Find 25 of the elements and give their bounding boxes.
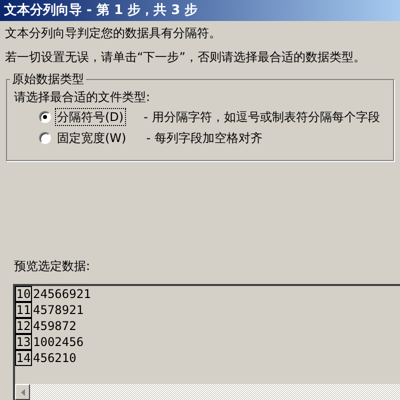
left-arrow-icon — [20, 388, 24, 396]
row-number: 11 — [15, 302, 32, 318]
scroll-left-button[interactable] — [15, 384, 30, 400]
row-number: 12 — [15, 318, 32, 334]
window-title: 文本分列向导 - 第 1 步，共 3 步 — [4, 2, 198, 20]
data-cell: 1002456 — [32, 334, 84, 350]
prompt-text: 请选择最合适的文件类型: — [14, 89, 152, 105]
preview-label: 预览选定数据: — [14, 258, 92, 274]
radio-button[interactable] — [39, 132, 51, 144]
radio-label[interactable]: 固定宽度(W) — [55, 129, 128, 147]
group-title: 原始数据类型 — [10, 71, 86, 87]
data-cell: 456210 — [32, 350, 76, 366]
row-number: 10 — [15, 286, 32, 302]
row-number: 13 — [15, 334, 32, 350]
data-cell: 459872 — [32, 318, 76, 334]
data-cell: 24566921 — [32, 286, 91, 302]
data-cell: 4578921 — [32, 302, 84, 318]
option-description: - 用分隔字符，如逗号或制表符分隔每个字段 — [144, 109, 380, 125]
row-number: 14 — [15, 350, 32, 366]
radio-label[interactable]: 分隔符号(D) — [55, 108, 126, 126]
option-description: - 每列字段加空格对齐 — [146, 130, 262, 146]
radio-button[interactable] — [39, 111, 51, 123]
horizontal-scrollbar[interactable] — [15, 384, 400, 400]
instruction-text: 若一切设置无误，请单击“下一步”，否则请选择最合适的数据类型。 — [5, 49, 366, 65]
instruction-text: 文本分列向导判定您的数据具有分隔符。 — [5, 25, 222, 41]
